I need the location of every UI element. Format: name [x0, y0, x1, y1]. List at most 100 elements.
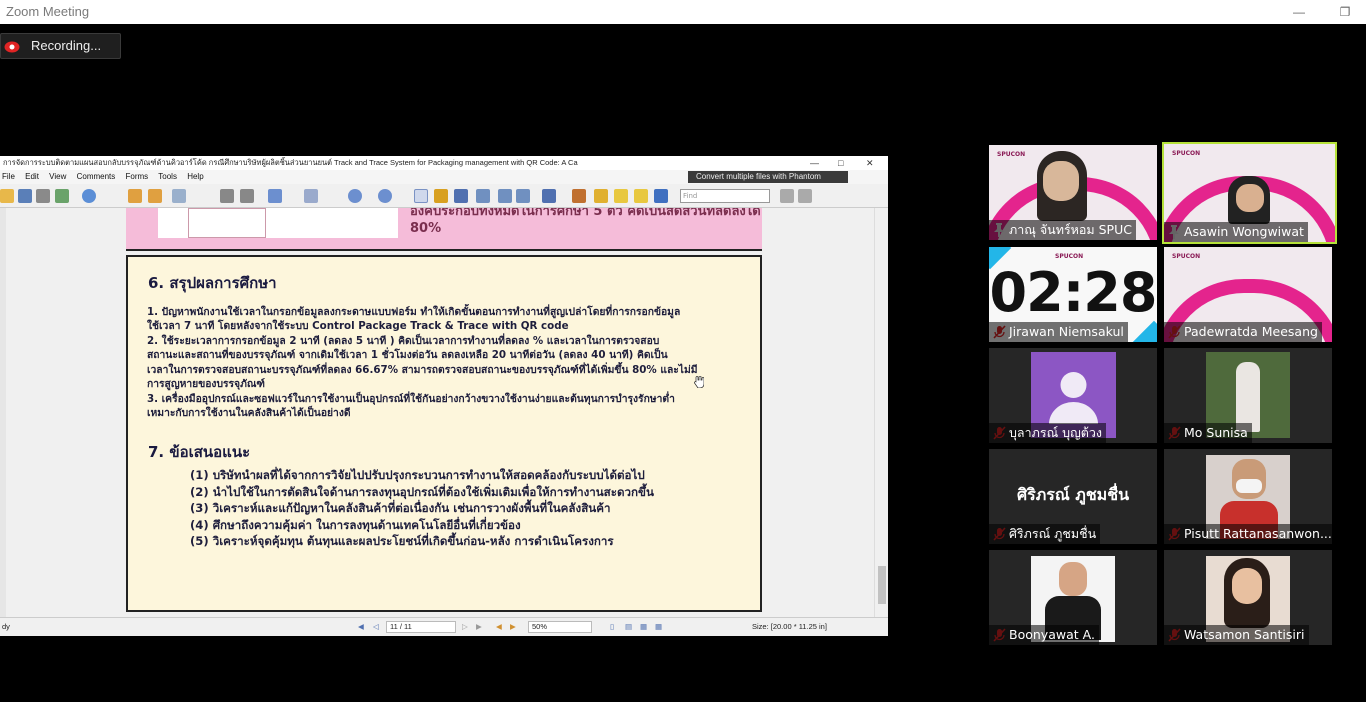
fit-page-icon[interactable] — [304, 189, 318, 203]
spucon-logo: SPUCON — [997, 151, 1026, 158]
participant-tile[interactable]: SPUCON ภาณุ จันทร์หอม SPUC — [989, 145, 1157, 240]
participant-name: Pisutt Rattanasanwon... — [1164, 524, 1332, 544]
pdf-vertical-scrollbar[interactable] — [874, 208, 888, 617]
section-6-line: 3. เครื่องมืออุปกรณ์และซอฟแวร์ในการใช้งา… — [147, 393, 675, 405]
find-prev-icon[interactable] — [780, 189, 794, 203]
zoom-level-field[interactable]: 50% — [528, 621, 592, 633]
page-size-text: Size: [20.00 * 11.25 in] — [752, 622, 827, 631]
recommendation-item: (4) ศึกษาถึงความคุ้มค่า ในการลงทุนด้านเท… — [190, 518, 521, 532]
back-arrow-icon[interactable] — [128, 189, 142, 203]
restore-button[interactable]: ❐ — [1322, 0, 1366, 24]
participant-face — [1043, 161, 1079, 201]
forward-arrow-icon[interactable] — [148, 189, 162, 203]
continuous-facing-icon[interactable]: ▦ — [655, 618, 662, 636]
pdf-menu-bar: File Edit View Comments Forms Tools Help… — [0, 170, 888, 184]
save-icon[interactable] — [18, 189, 32, 203]
shared-screen-pdf-viewer[interactable]: การจัดการระบบติดตามแผนสอบกลับบรรจุภัณฑ์ด… — [0, 156, 888, 636]
section-6-line: การสูญหายของบรรจุภัณฑ์ — [147, 378, 265, 390]
participant-tile[interactable]: Watsamon Santisiri — [1164, 550, 1332, 645]
pdf-minimize-button[interactable]: — — [810, 156, 819, 170]
profile-photo-figure — [1236, 362, 1260, 432]
open-icon[interactable] — [0, 189, 14, 203]
participant-tile-active-speaker[interactable]: SPUCON Asawin Wongwiwat — [1162, 142, 1337, 244]
find-input[interactable]: Find — [680, 189, 770, 203]
pdf-maximize-button[interactable]: □ — [838, 156, 843, 170]
recommendation-item: (3) วิเคราะห์และแก้ปัญหาในคลังสินค้าที่ต… — [190, 501, 611, 515]
participant-name: Boonyawat A. — [989, 625, 1099, 645]
participant-tile[interactable]: SPUCON 02:28 Jirawan Niemsakul — [989, 247, 1157, 342]
window-title: Zoom Meeting — [6, 4, 90, 19]
participant-name: Padewratda Meesang — [1164, 322, 1322, 342]
participant-tile[interactable]: Boonyawat A. — [989, 550, 1157, 645]
spucon-logo: SPUCON — [1172, 253, 1201, 260]
single-page-icon[interactable]: ▯ — [610, 618, 614, 636]
minimize-button[interactable]: — — [1276, 0, 1322, 24]
participant-tile[interactable]: Pisutt Rattanasanwon... — [1164, 449, 1332, 544]
scrollbar-thumb[interactable] — [878, 566, 886, 604]
find-next-icon[interactable] — [798, 189, 812, 203]
menu-comments[interactable]: Comments — [77, 172, 116, 181]
zoom-title-bar: Zoom Meeting — ❐ — [0, 0, 1366, 24]
recording-indicator[interactable]: Recording... — [0, 33, 121, 59]
prev-page-icon[interactable]: ◁ — [373, 618, 379, 636]
history-forward-icon[interactable]: ▶ — [510, 618, 516, 636]
next-page-icon[interactable]: ▷ — [462, 618, 468, 636]
rotate-icon[interactable] — [172, 189, 186, 203]
image-tool-icon[interactable] — [516, 189, 530, 203]
participant-name: Watsamon Santisiri — [1164, 625, 1309, 645]
first-page-icon[interactable]: ◀ — [358, 618, 364, 636]
participant-tile[interactable]: Mo Sunisa — [1164, 348, 1332, 443]
participant-name: Jirawan Niemsakul — [989, 322, 1128, 342]
select-tool-icon[interactable] — [434, 189, 448, 203]
link-arrow-icon[interactable] — [654, 189, 668, 203]
previous-slide-fragment: องค์ประกอบทั้งหมดในการศึกษา 5 ตัว คิดเป็… — [126, 208, 762, 251]
recording-label: Recording... — [31, 38, 102, 53]
text-tool-icon[interactable] — [498, 189, 512, 203]
history-back-icon[interactable]: ◀ — [496, 618, 502, 636]
upload-icon[interactable] — [82, 189, 96, 203]
participant-name: บุลาภรณ์ บุญต้วง — [989, 423, 1106, 443]
continuous-page-icon[interactable]: ▤ — [625, 618, 632, 636]
note-icon[interactable] — [614, 189, 628, 203]
menu-help[interactable]: Help — [187, 172, 203, 181]
facing-pages-icon[interactable]: ▦ — [640, 618, 647, 636]
comment-icon[interactable] — [542, 189, 556, 203]
phantom-promo-banner[interactable]: Convert multiple files with Phantom — [688, 171, 848, 183]
previous-slide-text: องค์ประกอบทั้งหมดในการศึกษา 5 ตัว คิดเป็… — [410, 208, 761, 236]
hand-tool-icon[interactable] — [414, 189, 428, 203]
section-7-title: 7. ข้อเสนอแนะ — [148, 443, 251, 461]
participant-tile[interactable]: บุลาภรณ์ บุญต้วง — [989, 348, 1157, 443]
pdf-document-area[interactable]: องค์ประกอบทั้งหมดในการศึกษา 5 ตัว คิดเป็… — [6, 208, 874, 617]
participant-tile[interactable]: SPUCON Padewratda Meesang — [1164, 247, 1332, 342]
highlight-icon[interactable] — [594, 189, 608, 203]
previous-slide-table-cell — [188, 208, 266, 238]
last-page-icon[interactable]: ▶ — [476, 618, 482, 636]
pdf-document-title: การจัดการระบบติดตามแผนสอบกลับบรรจุภัณฑ์ด… — [3, 158, 578, 167]
cloud-recording-icon — [4, 41, 20, 53]
print-icon[interactable] — [36, 189, 50, 203]
page-number-field[interactable]: 11 / 11 — [386, 621, 456, 633]
spucon-logo: SPUCON — [1172, 150, 1201, 157]
redo-icon[interactable] — [240, 189, 254, 203]
menu-tools[interactable]: Tools — [158, 172, 177, 181]
menu-forms[interactable]: Forms — [126, 172, 149, 181]
undo-icon[interactable] — [220, 189, 234, 203]
email-icon[interactable] — [55, 189, 69, 203]
recommendation-item: (1) บริษัทนำผลที่ได้จากการวิจัยไปปรับปรุ… — [190, 468, 645, 482]
zoom-plus-icon[interactable] — [378, 189, 392, 203]
pdf-close-button[interactable]: ✕ — [866, 156, 874, 170]
participant-name: Asawin Wongwiwat — [1164, 222, 1308, 242]
stamp-icon[interactable] — [572, 189, 586, 203]
menu-view[interactable]: View — [49, 172, 66, 181]
recommendation-item: (2) นำไปใช้ในการตัดสินใจด้านการลงทุนอุปก… — [190, 485, 654, 499]
participant-tile[interactable]: ศิริภรณ์ ภูชมชื่น ศิริภรณ์ ภูชมชื่น — [989, 449, 1157, 544]
snapshot-icon[interactable] — [476, 189, 490, 203]
callout-icon[interactable] — [634, 189, 648, 203]
spucon-logo: SPUCON — [1055, 253, 1084, 260]
menu-file[interactable]: File — [2, 172, 15, 181]
menu-edit[interactable]: Edit — [25, 172, 39, 181]
arrow-tool-icon[interactable] — [454, 189, 468, 203]
zoom-out-icon[interactable] — [348, 189, 362, 203]
profile-photo-mask — [1236, 479, 1262, 493]
zoom-in-icon[interactable] — [268, 189, 282, 203]
